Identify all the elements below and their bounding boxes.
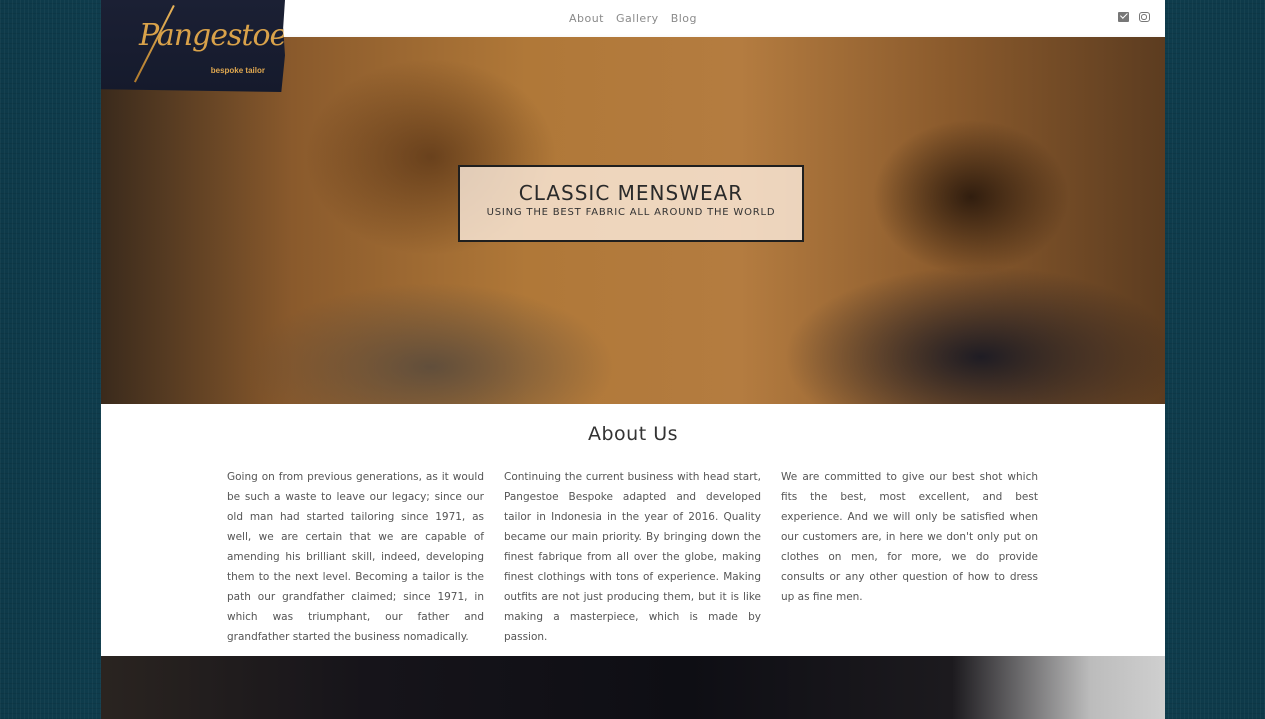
- social-links: [1118, 12, 1150, 22]
- nav-gallery-link[interactable]: Gallery: [616, 12, 659, 25]
- page-container: About Gallery Blog Pangestoe bespoke tai…: [101, 0, 1165, 719]
- about-paragraph-2: Continuing the current business with hea…: [504, 471, 761, 643]
- nav-blog-link[interactable]: Blog: [671, 12, 697, 25]
- nav-about-link[interactable]: About: [569, 12, 604, 25]
- about-section: About Us Going on from previous generati…: [101, 404, 1165, 656]
- about-paragraph-1: Going on from previous generations, as i…: [227, 471, 484, 643]
- hero-title: CLASSIC MENSWEAR: [518, 181, 744, 205]
- envelope-icon[interactable]: [1118, 12, 1129, 22]
- gallery-preview-image: [101, 656, 1165, 719]
- hero-caption-box: CLASSIC MENSWEAR USING THE BEST FABRIC A…: [458, 165, 804, 242]
- brand-logo[interactable]: Pangestoe bespoke tailor: [101, 0, 285, 92]
- logo-script-text: Pangestoe: [139, 18, 287, 53]
- hero-subtitle: USING THE BEST FABRIC ALL AROUND THE WOR…: [486, 207, 776, 218]
- logo-subtitle: bespoke tailor: [210, 66, 265, 75]
- about-title: About Us: [587, 423, 679, 445]
- instagram-icon[interactable]: [1139, 12, 1150, 22]
- hero-banner: CLASSIC MENSWEAR USING THE BEST FABRIC A…: [101, 37, 1165, 404]
- about-paragraph-3: We are committed to give our best shot w…: [781, 471, 1038, 603]
